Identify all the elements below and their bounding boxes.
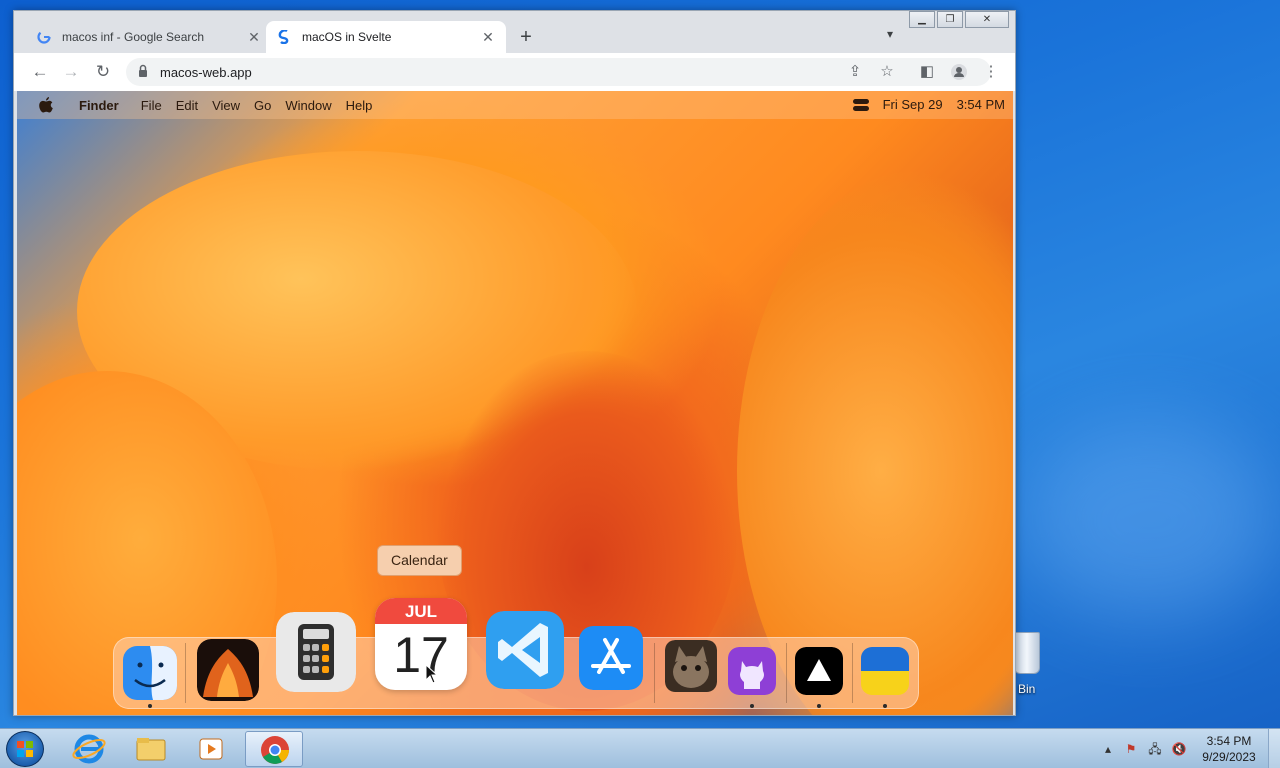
vscode-icon[interactable] xyxy=(486,611,564,689)
calculator-icon[interactable] xyxy=(276,612,356,692)
dock-separator xyxy=(852,643,853,703)
macos-web-viewport: Finder File Edit View Go Window Help Fri… xyxy=(17,91,1013,715)
ukraine-flag-icon[interactable] xyxy=(861,647,909,695)
side-panel-icon[interactable]: ◧ xyxy=(919,64,935,80)
back-arrow-icon[interactable]: ← xyxy=(30,62,50,82)
running-indicator xyxy=(148,704,152,708)
vercel-icon[interactable] xyxy=(795,647,843,695)
address-bar[interactable]: macos-web.app ⇪ ☆ xyxy=(126,58,991,86)
cat-icon[interactable] xyxy=(665,640,717,692)
calendar-day: 17 xyxy=(393,627,449,683)
file-explorer-icon[interactable] xyxy=(122,731,180,767)
calendar-icon[interactable]: JUL 17 xyxy=(375,598,467,690)
start-button[interactable] xyxy=(6,731,44,767)
dock-separator xyxy=(786,643,787,703)
windows-logo-icon xyxy=(17,741,33,757)
github-icon[interactable] xyxy=(728,647,776,695)
dock-separator xyxy=(654,643,655,703)
menu-help[interactable]: Help xyxy=(346,98,373,113)
running-indicator xyxy=(750,704,754,708)
tab-title: macos inf - Google Search xyxy=(62,30,205,44)
menu-kebab-icon[interactable]: ⋮ xyxy=(983,64,999,80)
desktop-glow xyxy=(1020,420,1280,620)
running-indicator xyxy=(883,704,887,708)
wallpaper-petal xyxy=(737,171,1013,715)
svelte-icon xyxy=(276,29,292,45)
tab-google-search[interactable]: macos inf - Google Search ✕ xyxy=(26,21,272,53)
restore-button[interactable]: ❐ xyxy=(937,11,963,28)
menu-date[interactable]: Fri Sep 29 xyxy=(883,97,943,112)
mouse-cursor-icon xyxy=(425,664,439,684)
appstore-icon[interactable] xyxy=(579,626,643,690)
forward-arrow-icon[interactable]: → xyxy=(61,62,81,82)
bookmark-star-icon[interactable]: ☆ xyxy=(879,64,895,80)
tab-search-chevron-icon[interactable]: ▾ xyxy=(887,27,893,41)
show-hidden-icons-icon[interactable]: ▴ xyxy=(1100,741,1116,757)
media-player-icon[interactable] xyxy=(182,731,240,767)
dock-separator xyxy=(185,643,186,703)
network-icon[interactable]: 🖧 xyxy=(1147,741,1163,757)
menu-time[interactable]: 3:54 PM xyxy=(957,97,1005,112)
close-window-button[interactable]: ✕ xyxy=(965,11,1009,28)
close-tab-icon[interactable]: ✕ xyxy=(246,29,262,46)
dock-tooltip: Calendar xyxy=(377,545,462,576)
menu-file[interactable]: File xyxy=(141,98,162,113)
recycle-bin[interactable]: e Bin xyxy=(1008,630,1068,700)
menu-window[interactable]: Window xyxy=(285,98,331,113)
menu-bar-status: Fri Sep 29 3:54 PM xyxy=(852,97,1005,112)
recycle-bin-icon xyxy=(1014,632,1040,674)
tab-macos-svelte[interactable]: macOS in Svelte ✕ xyxy=(266,21,506,53)
profile-avatar-icon[interactable] xyxy=(951,64,967,80)
tab-strip: macos inf - Google Search ✕ macOS in Sve… xyxy=(14,11,1015,53)
lock-icon xyxy=(139,64,147,77)
reload-icon[interactable]: ↻ xyxy=(93,62,113,82)
internet-explorer-icon[interactable] xyxy=(60,731,118,767)
running-indicator xyxy=(817,704,821,708)
clock-date: 9/29/2023 xyxy=(1202,750,1256,764)
new-tab-button[interactable]: + xyxy=(514,25,538,49)
action-center-flag-icon[interactable]: ⚑ xyxy=(1123,741,1139,757)
chrome-taskbar-button[interactable] xyxy=(245,731,303,767)
windows-taskbar: ▴ ⚑ 🖧 🔇 3:54 PM 9/29/2023 xyxy=(0,728,1280,768)
browser-toolbar: ← → ↻ macos-web.app ⇪ ☆ ◧ ⋮ xyxy=(14,53,1015,91)
control-center-icon[interactable] xyxy=(852,98,869,112)
show-desktop-button[interactable] xyxy=(1268,729,1280,768)
calendar-month: JUL xyxy=(375,598,467,624)
volume-muted-icon[interactable]: 🔇 xyxy=(1171,741,1187,757)
window-controls: ▁ ❐ ✕ xyxy=(909,11,1009,28)
menu-app-name[interactable]: Finder xyxy=(79,98,119,113)
mac-menu-bar: Finder File Edit View Go Window Help Fri… xyxy=(17,91,1013,119)
share-icon[interactable]: ⇪ xyxy=(847,64,863,80)
clock-time: 3:54 PM xyxy=(1206,734,1252,748)
menu-go[interactable]: Go xyxy=(254,98,271,113)
apple-logo-icon[interactable] xyxy=(39,97,53,113)
minimize-button[interactable]: ▁ xyxy=(909,11,935,28)
chrome-window: macos inf - Google Search ✕ macOS in Sve… xyxy=(13,10,1016,716)
close-tab-icon[interactable]: ✕ xyxy=(480,29,496,46)
google-icon xyxy=(36,29,52,45)
url-text: macos-web.app xyxy=(160,65,252,80)
menu-view[interactable]: View xyxy=(212,98,240,113)
menu-edit[interactable]: Edit xyxy=(176,98,198,113)
taskbar-clock[interactable]: 3:54 PM 9/29/2023 xyxy=(1196,733,1262,765)
wallpaper-icon[interactable] xyxy=(197,639,259,701)
tab-title: macOS in Svelte xyxy=(302,30,392,44)
finder-icon[interactable] xyxy=(123,646,177,700)
